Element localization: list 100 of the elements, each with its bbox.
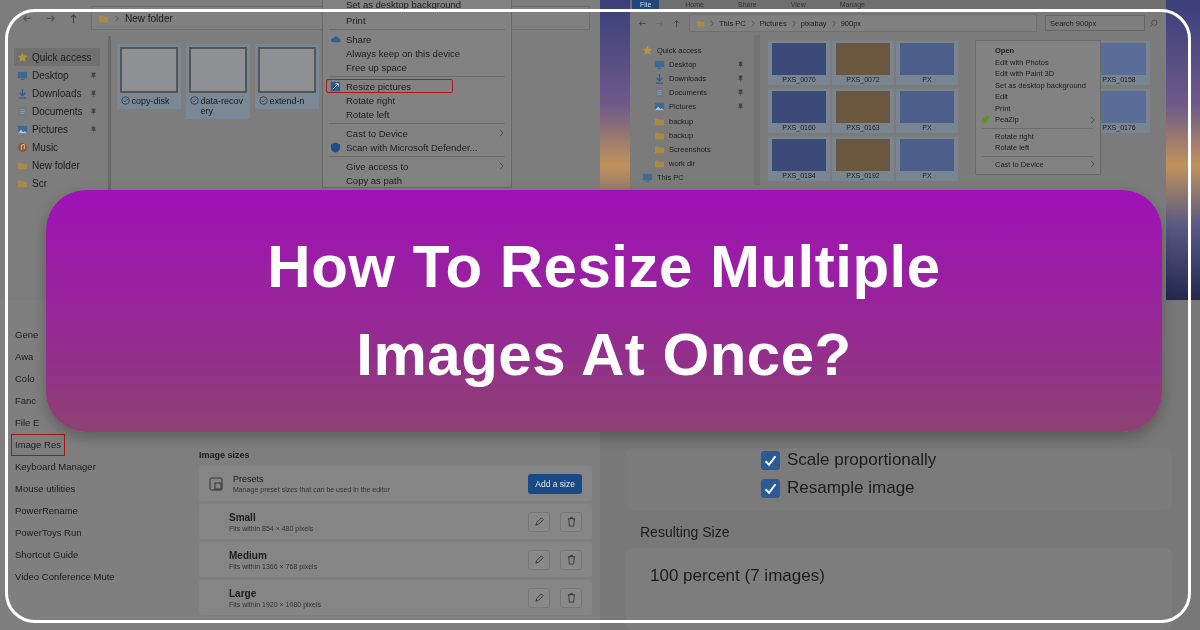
menu-item[interactable]: Rotate left xyxy=(323,107,511,121)
document-icon xyxy=(654,87,665,99)
pin-icon xyxy=(90,89,97,97)
delete-button[interactable] xyxy=(560,549,582,570)
sidebar-item[interactable]: Music xyxy=(14,138,100,156)
monitor-icon xyxy=(17,69,28,81)
photo-placeholder[interactable] xyxy=(772,43,826,75)
photo-placeholder[interactable] xyxy=(772,139,826,171)
pin-icon xyxy=(737,103,744,111)
result-text: 100 percent (7 images) xyxy=(650,566,825,585)
menu-item[interactable]: Scan with Microsoft Defender... xyxy=(323,140,511,154)
menu-item[interactable]: Free up space xyxy=(323,60,511,74)
menu-item[interactable]: Share xyxy=(323,32,511,46)
search-icon[interactable] xyxy=(1149,18,1158,28)
pin-icon xyxy=(90,71,97,79)
screenshot-thumbnail xyxy=(120,47,178,93)
menu-item[interactable]: Cast to Device xyxy=(323,126,511,140)
photo-placeholder[interactable] xyxy=(900,139,954,171)
title: How To Resize Multiple Images At Once? xyxy=(266,232,942,390)
shield-icon xyxy=(330,141,341,153)
photo-placeholder[interactable] xyxy=(772,91,826,123)
check-circle-icon xyxy=(258,96,268,105)
nav-item[interactable]: Mouse utilities xyxy=(11,478,80,500)
edit-button[interactable] xyxy=(528,587,550,608)
nav-item[interactable]: Fanc xyxy=(11,390,41,412)
check-circle-icon xyxy=(189,96,199,105)
sidebar-item[interactable]: Pictures xyxy=(14,120,100,138)
up-arrow-icon[interactable] xyxy=(68,12,79,24)
trash-icon xyxy=(565,554,577,565)
menu-item[interactable]: Give access to xyxy=(323,159,511,173)
pin-icon xyxy=(90,107,97,115)
nav-item[interactable]: Awa xyxy=(11,346,38,368)
nav-item[interactable]: Gene xyxy=(11,324,43,346)
menu-item[interactable]: Set as desktop background xyxy=(323,0,511,10)
file-tile[interactable]: data-recovery xyxy=(186,44,250,119)
nav-item[interactable]: Shortcut Guide xyxy=(11,544,83,566)
star-icon xyxy=(642,44,653,56)
sidebar-item[interactable]: Scr xyxy=(14,174,100,192)
check-circle-icon xyxy=(120,96,130,105)
section-heading: Image sizes xyxy=(199,450,251,460)
size-name: Medium xyxy=(229,549,268,561)
sidebar-item[interactable]: Documents xyxy=(14,102,100,120)
file-name: data-recovery xyxy=(200,96,245,116)
document-icon xyxy=(17,105,28,117)
presets-icon xyxy=(209,476,223,491)
chevron-right-icon xyxy=(1090,160,1095,169)
sidebar-item[interactable]: New folder xyxy=(14,156,100,174)
breadcrumb-item[interactable]: New folder xyxy=(125,12,173,24)
sidebar-item[interactable]: Quick access xyxy=(14,48,100,66)
music-icon xyxy=(17,141,28,153)
photo-placeholder[interactable] xyxy=(836,139,890,171)
resize-icon xyxy=(330,80,341,92)
picture-icon xyxy=(654,101,665,113)
nav-item[interactable]: Image Res xyxy=(11,434,65,456)
chevron-right-icon xyxy=(710,19,714,27)
delete-button[interactable] xyxy=(560,511,582,532)
pencil-icon xyxy=(533,516,545,527)
folder-icon xyxy=(654,158,665,170)
folder-icon xyxy=(696,18,705,28)
pin-icon xyxy=(737,60,744,68)
checkbox[interactable] xyxy=(761,478,780,498)
checkbox[interactable] xyxy=(761,450,780,470)
photo-placeholder[interactable] xyxy=(836,91,890,123)
edit-button[interactable] xyxy=(528,549,550,570)
file-tile[interactable]: copy-disk xyxy=(117,44,181,109)
photo-placeholder[interactable] xyxy=(836,43,890,75)
picture-icon xyxy=(17,123,28,135)
checkbox-label: Scale proportionally xyxy=(787,450,937,470)
nav-item[interactable]: Keyboard Manager xyxy=(11,456,100,478)
menu-item[interactable]: Copy as path xyxy=(323,173,511,187)
trash-icon xyxy=(565,516,577,527)
nav-item[interactable]: PowerRename xyxy=(11,500,82,522)
screenshot-thumbnail xyxy=(189,47,247,93)
add-size-button[interactable]: Add a size xyxy=(528,473,582,494)
nav-item[interactable]: File E xyxy=(11,412,44,434)
up-arrow-icon[interactable] xyxy=(672,18,681,28)
nav-item[interactable]: Colo xyxy=(11,368,39,390)
download-icon xyxy=(654,72,665,84)
photo-placeholder[interactable] xyxy=(900,91,954,123)
chevron-right-icon xyxy=(115,14,119,22)
nav-item[interactable]: PowerToys Run xyxy=(11,522,86,544)
sidebar-item[interactable]: Downloads xyxy=(14,84,100,102)
nav-item[interactable]: Video Conference Mute xyxy=(11,566,119,588)
delete-button[interactable] xyxy=(560,587,582,608)
photo-placeholder[interactable] xyxy=(900,43,954,75)
section-heading: Resulting Size xyxy=(640,524,731,540)
pin-icon xyxy=(737,74,744,82)
chevron-right-icon xyxy=(750,19,755,27)
menu-item[interactable]: Rotate right xyxy=(323,93,511,107)
monitor-icon xyxy=(654,58,665,70)
pencil-icon xyxy=(533,554,545,565)
menu-item[interactable]: Print xyxy=(323,13,511,27)
pin-icon xyxy=(90,125,97,133)
menu-item[interactable]: Always keep on this device xyxy=(323,46,511,60)
size-name: Small xyxy=(229,511,257,523)
file-tile[interactable]: extend-n xyxy=(255,44,319,109)
menu-item[interactable]: Resize pictures xyxy=(326,79,453,93)
sidebar-item[interactable]: Desktop xyxy=(14,66,100,84)
edit-button[interactable] xyxy=(528,511,550,532)
size-name: Large xyxy=(229,587,258,599)
